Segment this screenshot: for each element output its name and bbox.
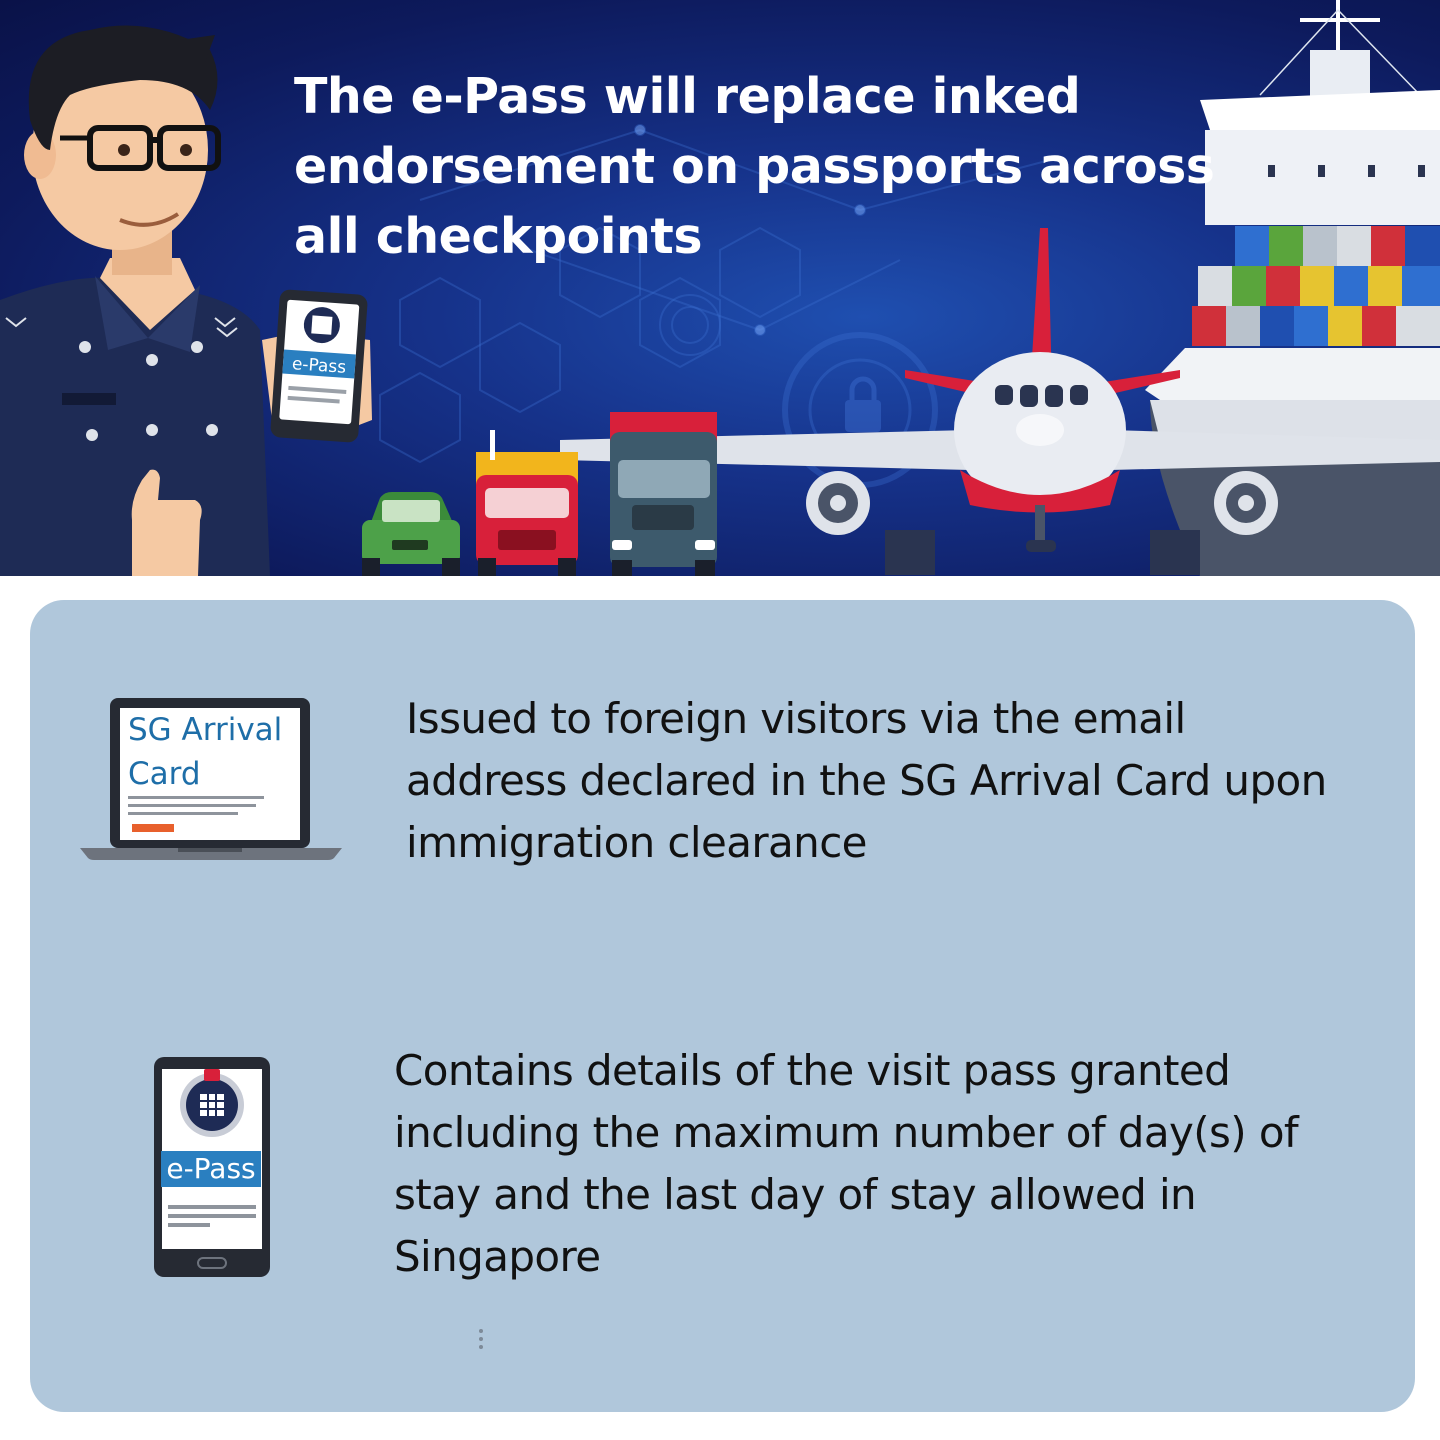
info-text-line: Issued to foreign visitors via the email [406, 694, 1186, 743]
delivery-truck [610, 412, 717, 576]
headline: The e-Pass will replace inked endorsemen… [294, 62, 1215, 272]
car [362, 492, 460, 576]
info-text-line: including the maximum number of day(s) o… [394, 1108, 1299, 1157]
info-text-line: Contains details of the visit pass grant… [394, 1046, 1231, 1095]
info-text-line: immigration clearance [406, 818, 868, 867]
info-item-1-text: Issued to foreign visitors via the email… [406, 688, 1327, 874]
info-text-line: Singapore [394, 1232, 601, 1281]
epass-label: e-Pass [166, 1152, 256, 1185]
laptop-screen-title: SG Arrival Card [128, 708, 282, 796]
lock-icon [845, 376, 881, 432]
headline-line: all checkpoints [294, 208, 703, 265]
info-item-2-text: Contains details of the visit pass grant… [394, 1040, 1299, 1288]
laptop-title-line: Card [128, 756, 201, 792]
hero-banner: The e-Pass will replace inked endorsemen… [0, 0, 1440, 576]
info-text-line: stay and the last day of stay allowed in [394, 1170, 1197, 1219]
info-text-line: address declared in the SG Arrival Card … [406, 756, 1327, 805]
laptop-title-line: SG Arrival [128, 712, 283, 748]
headline-line: The e-Pass will replace inked [294, 68, 1081, 125]
more-dots-icon [479, 1329, 483, 1349]
headline-line: endorsement on passports across [294, 138, 1215, 195]
